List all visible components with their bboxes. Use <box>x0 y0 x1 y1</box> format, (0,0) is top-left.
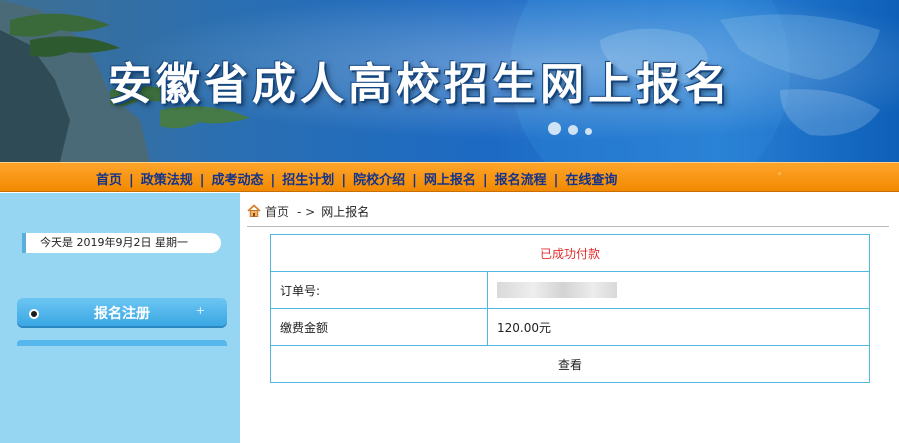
view-button[interactable]: 查看 <box>270 345 870 383</box>
nav-item-registration-process[interactable]: 报名流程 <box>495 169 547 188</box>
nav-separator: | <box>553 173 559 188</box>
nav-separator: | <box>482 173 488 188</box>
nav-separator: | <box>199 173 205 188</box>
banner-dot <box>584 128 592 135</box>
home-icon <box>247 204 261 217</box>
register-button[interactable]: 报名注册 + <box>17 298 227 326</box>
nav-item-colleges[interactable]: 院校介绍 <box>353 169 405 188</box>
breadcrumb: 首页 - > 网上报名 <box>247 202 889 227</box>
nav-item-policy[interactable]: 政策法规 <box>141 169 193 188</box>
amount-label: 缴费金额 <box>270 308 488 346</box>
nav-separator: | <box>412 173 417 188</box>
order-number-masked <box>497 282 617 298</box>
amount-value: 120.00元 <box>487 308 870 346</box>
table-row: 查看 <box>270 345 870 383</box>
table-row: 已成功付款 <box>270 234 870 272</box>
site-title: 安徽省成人高校招生网上报名 <box>108 59 732 110</box>
nav-item-online-query[interactable]: 在线查询 <box>565 169 617 188</box>
order-number-value <box>487 271 870 309</box>
banner-dot <box>567 125 578 135</box>
banner-dots-decoration <box>548 122 595 138</box>
breadcrumb-separator: - > <box>297 205 316 219</box>
sidebar: 今天是 2019年9月2日 星期一 报名注册 + <box>0 193 240 443</box>
nav-item-enrollment-plan[interactable]: 招生计划 <box>282 169 334 188</box>
payment-result-table: 已成功付款 订单号: 缴费金额 120.00元 查看 <box>270 234 870 383</box>
payment-status: 已成功付款 <box>270 234 870 272</box>
current-date: 今天是 2019年9月2日 星期一 <box>22 233 221 253</box>
nav-item-news[interactable]: 成考动态 <box>212 169 264 188</box>
nav-separator: | <box>129 173 134 188</box>
nav-item-online-registration[interactable]: 网上报名 <box>424 169 476 188</box>
breadcrumb-home-link[interactable]: 首页 <box>265 205 289 219</box>
plus-icon: + <box>195 304 205 317</box>
table-row: 缴费金额 120.00元 <box>270 308 870 346</box>
nav-separator: | <box>341 173 347 188</box>
nav-separator: | <box>270 173 276 188</box>
sidebar-section-bar <box>17 340 227 346</box>
nav-end-mark: ◦ <box>777 170 783 180</box>
main-nav: 首页 | 政策法规 | 成考动态 | 招生计划 | 院校介绍 | 网上报名 | 报名流程 | 在线查询 ◦ <box>0 162 899 192</box>
breadcrumb-current: 网上报名 <box>321 205 370 219</box>
order-number-label: 订单号: <box>270 271 488 309</box>
table-row: 订单号: <box>270 271 870 309</box>
banner-dot <box>548 122 561 135</box>
nav-item-home[interactable]: 首页 <box>96 169 122 188</box>
header-banner: 安徽省成人高校招生网上报名 <box>0 0 899 162</box>
